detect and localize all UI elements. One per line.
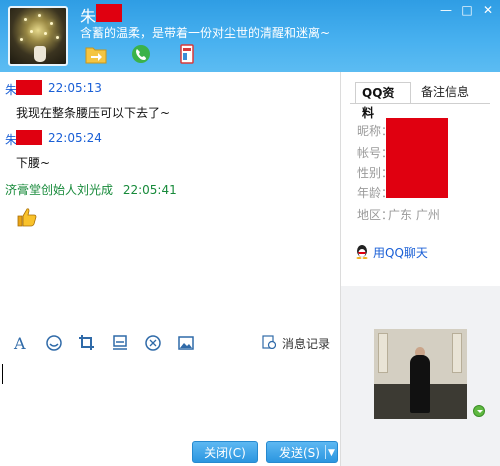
message-text: 我现在整条腰压可以下去了~: [16, 106, 171, 120]
contact-signature: 含蓄的温柔，是带着一份对尘世的清醒和迷离~: [80, 26, 331, 40]
message-header: 济膏堂创始人刘光成 22:05:41: [5, 181, 177, 198]
message-time-wrap: 22:05:24: [48, 131, 102, 145]
send-button[interactable]: 发送(S) ▼: [266, 441, 338, 463]
tab-qq-profile[interactable]: QQ资料: [355, 82, 411, 120]
message-time: 22:05:41: [122, 183, 177, 197]
history-button[interactable]: 消息记录: [282, 335, 330, 352]
text-caret: [2, 364, 3, 384]
tab-underline: [350, 103, 490, 104]
file-transfer-icon[interactable]: [85, 44, 107, 64]
message-time: 22:05:13: [48, 81, 102, 95]
contact-avatar[interactable]: [8, 6, 68, 66]
thumbs-up-icon: [17, 208, 37, 227]
send-separator: [325, 445, 326, 459]
redaction-mark: [96, 4, 122, 22]
remote-assist-icon[interactable]: [176, 44, 198, 64]
message-input[interactable]: [0, 356, 340, 436]
shake-icon[interactable]: [111, 334, 129, 352]
tab-remark-info[interactable]: 备注信息: [415, 82, 485, 104]
history-icon[interactable]: [262, 335, 276, 349]
qq-penguin-icon: [356, 245, 368, 259]
redaction-mark: [16, 130, 42, 145]
maximize-icon[interactable]: □: [459, 3, 475, 17]
svg-text:A: A: [13, 334, 26, 352]
message-sender[interactable]: 济膏堂创始人刘光成: [5, 183, 113, 197]
emoji-icon[interactable]: [45, 334, 63, 352]
close-button[interactable]: 关闭(C): [192, 441, 258, 463]
message-time-wrap: 22:05:13: [48, 81, 102, 95]
redaction-mark: [386, 118, 448, 198]
qq-chat-link[interactable]: 用QQ聊天: [373, 244, 428, 261]
input-toolbar: A 消息记录: [0, 330, 340, 356]
font-icon[interactable]: A: [12, 334, 30, 352]
profile-photo[interactable]: [374, 329, 467, 419]
minimize-icon[interactable]: —: [438, 3, 454, 17]
send-button-label: 发送(S): [279, 446, 320, 460]
message-time: 22:05:24: [48, 131, 102, 145]
image-icon[interactable]: [177, 334, 195, 352]
screenshot-icon[interactable]: [78, 334, 96, 352]
magic-icon[interactable]: [144, 334, 162, 352]
expand-icon[interactable]: [473, 405, 485, 417]
redaction-mark: [16, 80, 42, 95]
field-value-region: 广东 广州: [388, 208, 440, 222]
message-text: 下腰~: [16, 156, 51, 170]
close-window-icon[interactable]: ✕: [480, 3, 496, 17]
phone-call-icon[interactable]: [130, 44, 152, 64]
chevron-down-icon[interactable]: ▼: [328, 442, 335, 464]
